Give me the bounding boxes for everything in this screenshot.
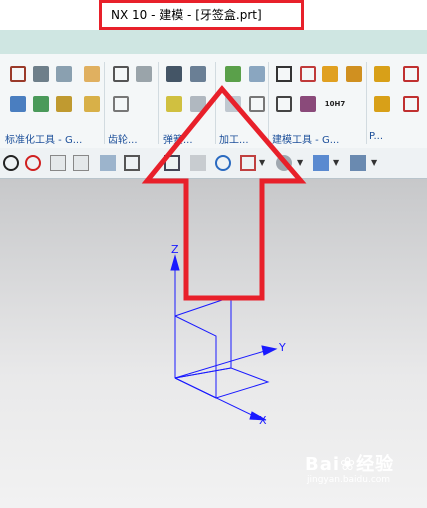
palette-icon[interactable]: [322, 66, 338, 82]
puzzle-icon[interactable]: [56, 96, 72, 112]
clipboard-icon[interactable]: [249, 66, 265, 82]
menu-strip: [0, 30, 427, 54]
zoom-icon[interactable]: [190, 155, 206, 171]
triangle-icon[interactable]: [276, 66, 292, 82]
measure-icon[interactable]: [300, 96, 316, 112]
layer-stack-icon[interactable]: [33, 66, 49, 82]
gear-list-icon[interactable]: [113, 96, 129, 112]
pencil-icon[interactable]: [225, 66, 241, 82]
slash-tool-icon[interactable]: [403, 96, 419, 112]
group-label-gear[interactable]: 齿轮...: [108, 131, 138, 146]
document-icon[interactable]: [225, 96, 241, 112]
ribbon-divider: [268, 62, 269, 144]
ribbon: 10H7 标准化工具 - G... 齿轮... 弹簧... 加工... 建模工具…: [0, 54, 427, 149]
roll-icon[interactable]: [166, 96, 182, 112]
chevron-down-icon[interactable]: ▼: [259, 158, 265, 167]
ribbon-divider: [104, 62, 105, 144]
database-icon[interactable]: [56, 66, 72, 82]
chevron-down-icon[interactable]: ▼: [333, 158, 339, 167]
coins-icon[interactable]: [374, 66, 390, 82]
hand-tool-icon[interactable]: [84, 66, 100, 82]
fastener-icon[interactable]: [10, 66, 26, 82]
group-label-machining[interactable]: 加工...: [219, 131, 249, 146]
visibility-icon[interactable]: [350, 155, 366, 171]
gear-profile-icon[interactable]: [113, 66, 129, 82]
ribbon-divider: [366, 62, 367, 144]
grid-edit-icon[interactable]: [346, 66, 362, 82]
gear-axis-icon[interactable]: [249, 96, 265, 112]
watermark: Bai❀经验 jingyan.baidu.com: [305, 450, 395, 485]
table-icon[interactable]: [300, 66, 316, 82]
window-title: NX 10 - 建模 - [牙签盒.prt]: [111, 8, 262, 22]
cube-view-icon[interactable]: [313, 155, 329, 171]
stack-coins-icon[interactable]: [374, 96, 390, 112]
crosshair-icon[interactable]: [50, 155, 66, 171]
ribbon-divider: [158, 62, 159, 144]
orient-view-icon[interactable]: [240, 155, 256, 171]
tolerance-label: 10H7: [324, 100, 346, 108]
watermark-url: jingyan.baidu.com: [307, 475, 391, 485]
gear-set-icon[interactable]: [136, 66, 152, 82]
group-label-standard-tools[interactable]: 标准化工具 - G...: [5, 131, 82, 146]
chevron-down-icon[interactable]: ▼: [297, 158, 303, 167]
cursor-icon[interactable]: [190, 96, 206, 112]
snap-quadrant-icon[interactable]: [25, 155, 41, 171]
render-style-icon[interactable]: [276, 155, 292, 171]
group-label-spring[interactable]: 弹簧...: [163, 131, 193, 146]
group-label-modeling-tools[interactable]: 建模工具 - G...: [272, 131, 339, 146]
chevron-down-icon[interactable]: ▼: [371, 158, 377, 167]
text-lines-icon[interactable]: [276, 96, 292, 112]
watermark-brand: Bai: [305, 454, 341, 475]
line-tool-icon[interactable]: [73, 155, 89, 171]
snap-center-icon[interactable]: [3, 155, 19, 171]
watermark-brand-tail: 经验: [356, 454, 395, 475]
shaded-view-icon[interactable]: [100, 155, 116, 171]
group-label-p[interactable]: P...: [369, 131, 383, 142]
fit-view-icon[interactable]: [164, 155, 180, 171]
dimension-icon[interactable]: [403, 66, 419, 82]
grid-view-icon[interactable]: [124, 155, 140, 171]
rotate-icon[interactable]: [215, 155, 231, 171]
bolt-icon[interactable]: [10, 96, 26, 112]
tolerance-icon[interactable]: 10H7: [322, 96, 348, 112]
ribbon-divider: [215, 62, 216, 144]
folder-gear-icon[interactable]: [84, 96, 100, 112]
paw-icon: ❀: [340, 454, 357, 475]
spring-icon[interactable]: [166, 66, 182, 82]
wrench-icon[interactable]: [33, 96, 49, 112]
brush-icon[interactable]: [190, 66, 206, 82]
